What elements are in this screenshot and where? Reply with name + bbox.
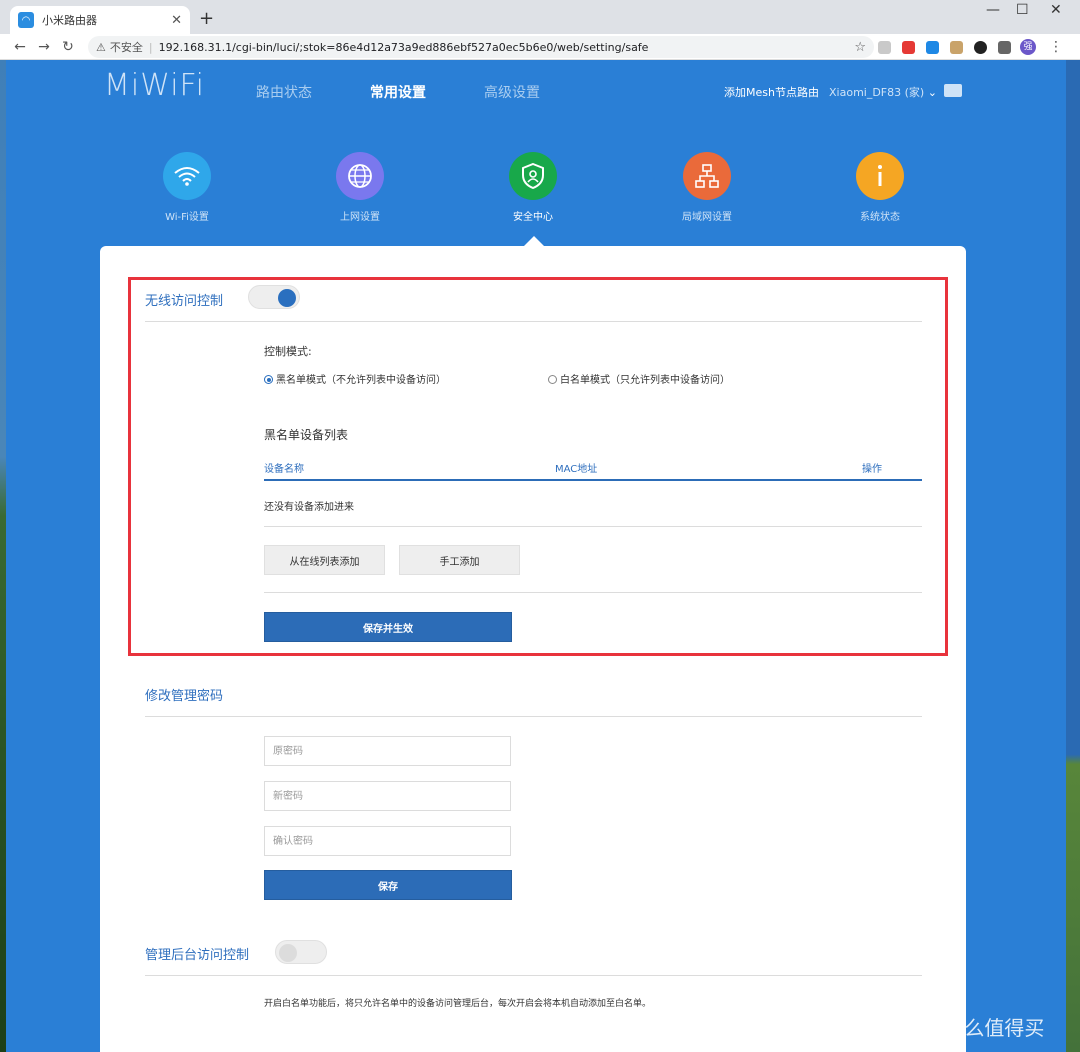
address-bar[interactable]: ⚠ 不安全 | 192.168.31.1/cgi-bin/luci/;stok=… xyxy=(88,36,874,58)
save-apply-button[interactable]: 保存并生效 xyxy=(264,612,512,642)
radio-unchecked-icon xyxy=(548,375,557,384)
extension-face-icon[interactable] xyxy=(950,41,963,54)
browser-toolbar: ← → ↻ ⚠ 不安全 | 192.168.31.1/cgi-bin/luci/… xyxy=(0,34,1080,60)
highlight-box xyxy=(128,277,948,656)
profile-avatar[interactable]: 强 xyxy=(1020,39,1036,55)
category-internet[interactable]: 上网设置 xyxy=(310,152,410,223)
whitelist-option-label: 白名单模式（只允许列表中设备访问） xyxy=(560,375,730,386)
toggle-knob xyxy=(279,944,297,962)
router-name-dropdown[interactable]: Xiaomi_DF83 (家) ⌄ xyxy=(829,84,937,100)
divider xyxy=(264,592,922,593)
radio-checked-icon xyxy=(264,375,273,384)
back-arrow-icon[interactable]: ← xyxy=(8,39,32,55)
table-header-divider xyxy=(264,479,922,481)
divider xyxy=(145,716,922,717)
nav-advanced-settings[interactable]: 高级设置 xyxy=(484,82,540,102)
wireless-access-toggle[interactable] xyxy=(248,285,300,309)
admin-access-title: 管理后台访问控制 xyxy=(145,948,250,963)
reload-icon[interactable]: ↻ xyxy=(56,39,80,55)
settings-card: 无线访问控制 控制模式: 黑名单模式（不允许列表中设备访问） 白名单模式（只允许… xyxy=(100,246,966,1052)
category-label: 局域网设置 xyxy=(682,212,732,223)
column-action: 操作 xyxy=(862,464,882,475)
wifi-favicon-icon: ◠ xyxy=(18,12,34,28)
category-label: Wi-Fi设置 xyxy=(165,212,209,223)
divider xyxy=(145,975,922,976)
category-label: 安全中心 xyxy=(513,212,553,223)
category-lan[interactable]: 局域网设置 xyxy=(657,152,757,223)
category-security[interactable]: 安全中心 xyxy=(483,152,583,223)
blacklist-title: 黑名单设备列表 xyxy=(264,428,349,442)
insecure-label: 不安全 xyxy=(109,41,143,54)
wifi-icon xyxy=(163,152,211,200)
browser-tab[interactable]: ◠ 小米路由器 ✕ xyxy=(10,6,190,34)
watermark: 值 什么值得买 xyxy=(912,1012,1044,1043)
watermark-text: 什么值得买 xyxy=(944,1016,1045,1040)
active-category-pointer xyxy=(524,236,544,246)
miwifi-logo: MiWiFi xyxy=(104,68,205,103)
save-password-button[interactable]: 保存 xyxy=(264,870,512,900)
separator: | xyxy=(148,40,153,54)
nav-common-settings[interactable]: 常用设置 xyxy=(370,82,426,102)
add-from-online-button[interactable]: 从在线列表添加 xyxy=(264,545,385,575)
nav-router-status[interactable]: 路由状态 xyxy=(256,82,312,102)
forward-arrow-icon[interactable]: → xyxy=(32,39,56,55)
new-password-input[interactable] xyxy=(264,781,511,811)
info-icon xyxy=(856,152,904,200)
close-tab-icon[interactable]: ✕ xyxy=(171,13,182,28)
new-tab-button[interactable]: + xyxy=(199,8,214,29)
divider xyxy=(264,526,922,527)
shield-icon xyxy=(509,152,557,200)
admin-password-title: 修改管理密码 xyxy=(145,689,224,704)
add-mesh-link[interactable]: 添加Mesh节点路由 xyxy=(724,84,819,100)
menu-kebab-icon[interactable]: ⋮ xyxy=(1044,39,1068,55)
category-system[interactable]: 系统状态 xyxy=(830,152,930,223)
warning-icon: ⚠ xyxy=(96,40,106,54)
tab-strip: ◠ 小米路由器 ✕ + — ☐ ✕ xyxy=(0,0,1080,34)
desktop-background-right xyxy=(1066,60,1080,1052)
category-label: 上网设置 xyxy=(340,212,380,223)
globe-icon xyxy=(336,152,384,200)
blacklist-radio[interactable]: 黑名单模式（不允许列表中设备访问） xyxy=(264,371,446,386)
old-password-input[interactable] xyxy=(264,736,511,766)
network-icon xyxy=(683,152,731,200)
maximize-icon[interactable]: ☐ xyxy=(1016,2,1029,18)
router-page: MiWiFi 路由状态 常用设置 高级设置 添加Mesh节点路由 Xiaomi_… xyxy=(6,60,1066,1052)
extensions-puzzle-icon[interactable] xyxy=(998,41,1011,54)
extension-red-icon[interactable] xyxy=(902,41,915,54)
extension-shield-icon[interactable] xyxy=(878,41,891,54)
tab-title: 小米路由器 xyxy=(42,14,97,27)
admin-access-toggle[interactable] xyxy=(275,940,327,964)
browser-window: ◠ 小米路由器 ✕ + — ☐ ✕ ← → ↻ ⚠ 不安全 | 192.168.… xyxy=(0,0,1080,1052)
router-name: Xiaomi_DF83 (家) xyxy=(829,86,925,99)
add-manual-button[interactable]: 手工添加 xyxy=(399,545,520,575)
close-window-icon[interactable]: ✕ xyxy=(1050,2,1062,18)
toggle-knob xyxy=(278,289,296,307)
control-mode-label: 控制模式: xyxy=(264,345,312,358)
chevron-down-icon: ⌄ xyxy=(927,86,937,99)
empty-list-text: 还没有设备添加进来 xyxy=(264,502,354,513)
divider xyxy=(145,321,922,322)
whitelist-radio[interactable]: 白名单模式（只允许列表中设备访问） xyxy=(548,371,730,386)
column-device-name: 设备名称 xyxy=(264,464,304,475)
minimize-icon[interactable]: — xyxy=(986,2,1000,18)
watermark-logo-icon: 值 xyxy=(912,1016,938,1043)
extension-blue-icon[interactable] xyxy=(926,41,939,54)
mail-icon[interactable] xyxy=(944,84,962,97)
bookmark-star-icon[interactable]: ☆ xyxy=(854,40,866,55)
blacklist-option-label: 黑名单模式（不允许列表中设备访问） xyxy=(276,375,446,386)
wireless-access-title: 无线访问控制 xyxy=(145,294,224,309)
column-mac: MAC地址 xyxy=(555,464,598,475)
url-text: 192.168.31.1/cgi-bin/luci/;stok=86e4d12a… xyxy=(158,40,649,54)
category-label: 系统状态 xyxy=(860,212,900,223)
confirm-password-input[interactable] xyxy=(264,826,511,856)
extension-circle-icon[interactable] xyxy=(974,41,987,54)
admin-access-note: 开启白名单功能后，将只允许名单中的设备访问管理后台，每次开启会将本机自动添加至白… xyxy=(264,999,652,1009)
category-wifi[interactable]: Wi-Fi设置 xyxy=(137,152,237,223)
